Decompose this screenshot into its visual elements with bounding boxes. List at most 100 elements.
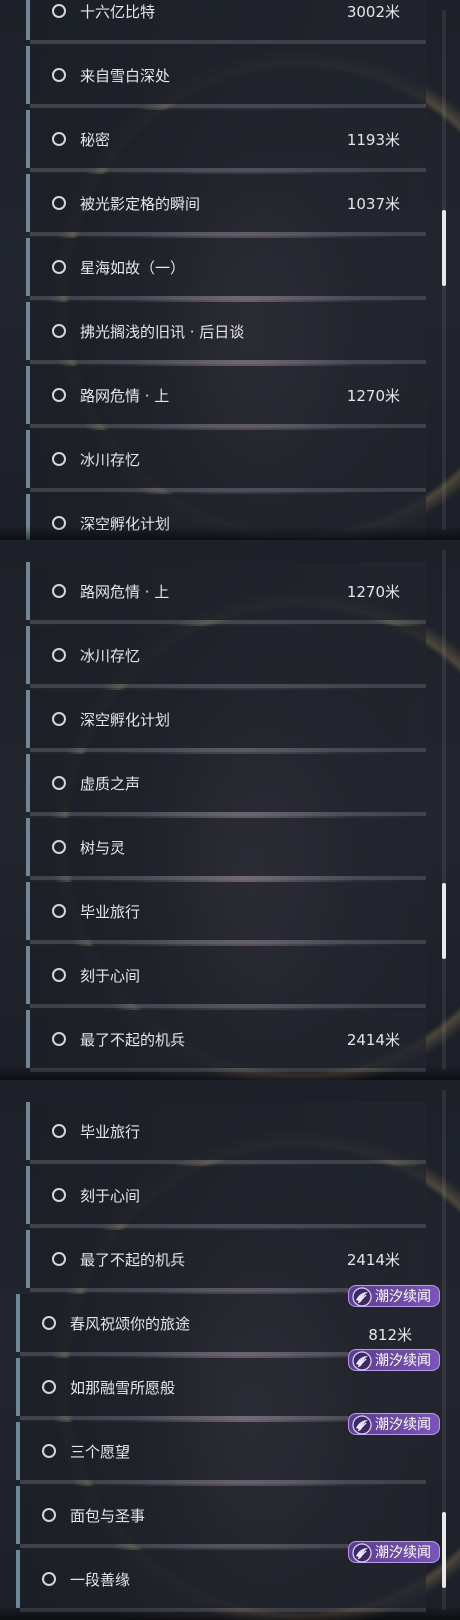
tide-quest-item[interactable]: 三个愿望 潮汐续闻 [16,1413,440,1484]
quest-name: 路网危情 · 上 [80,386,170,405]
tide-tag-label: 潮汐续闻 [375,1417,431,1433]
quest-distance: 3002米 [346,2,400,21]
tide-quest-item[interactable]: 如那融雪所愿般 潮汐续闻 [16,1349,440,1420]
quest-name: 拂光搁浅的旧讯 · 后日谈 [80,322,245,341]
quest-distance: 2414米 [346,1250,400,1269]
quest-status-circle-icon [52,648,66,662]
quest-status-circle-icon [42,1572,56,1586]
quest-status-circle-icon [52,1124,66,1138]
quest-name: 星海如故（一） [80,258,186,277]
quest-name: 树与灵 [80,838,126,857]
quest-name: 来自雪白深处 [80,66,171,85]
quest-item[interactable]: 刻于心间 [26,946,426,1008]
quest-item[interactable]: 被光影定格的瞬间 1037米 [26,174,426,236]
tide-tag-badge: 潮汐续闻 [348,1413,440,1435]
quest-item[interactable]: 冰川存忆 [26,626,426,688]
quest-item[interactable]: 虚质之声 [26,754,426,816]
tide-badge-icon [352,1543,372,1563]
quest-name: 最了不起的机兵 [80,1030,186,1049]
quest-name: 刻于心间 [80,966,141,985]
quest-item[interactable]: 路网危情 · 上 1270米 [26,366,426,428]
quest-distance: 1270米 [346,582,400,601]
quest-item[interactable]: 拂光搁浅的旧讯 · 后日谈 [26,302,426,364]
scrollbar-thumb[interactable] [442,209,446,286]
quest-name: 冰川存忆 [80,450,141,469]
tide-tag-label: 潮汐续闻 [375,1353,431,1369]
quest-item[interactable]: 毕业旅行 [26,882,426,944]
tide-tag-badge: 潮汐续闻 [348,1541,440,1563]
quest-status-circle-icon [42,1316,56,1330]
quest-distance: 1037米 [346,194,400,213]
tide-tag-label: 潮汐续闻 [375,1545,431,1561]
quest-item[interactable]: 十六亿比特 3002米 [26,0,426,44]
quest-item[interactable]: 冰川存忆 [26,430,426,492]
quest-status-circle-icon [52,1032,66,1046]
quest-name: 毕业旅行 [80,902,141,921]
quest-status-circle-icon [52,516,66,530]
quest-distance: 812米 [368,1326,412,1344]
quest-name: 被光影定格的瞬间 [80,194,201,213]
quest-status-circle-icon [42,1508,56,1522]
quest-item[interactable]: 毕业旅行 [26,1102,426,1164]
quest-name: 秘密 [80,130,111,149]
quest-distance: 1193米 [346,130,400,149]
quest-distance: 1270米 [346,386,400,405]
quest-item[interactable]: 来自雪白深处 [26,46,426,108]
quest-name: 最了不起的机兵 [80,1250,186,1269]
quest-name: 路网危情 · 上 [80,582,170,601]
quest-status-circle-icon [42,1380,56,1394]
quest-status-circle-icon [52,584,66,598]
quest-item[interactable]: 星海如故（一） [26,238,426,300]
quest-status-circle-icon [52,132,66,146]
quest-item[interactable]: 深空孵化计划 [26,690,426,752]
quest-status-circle-icon [52,1252,66,1266]
quest-status-circle-icon [52,68,66,82]
quest-status-circle-icon [52,388,66,402]
quest-status-circle-icon [52,260,66,274]
tide-badge-icon [352,1415,372,1435]
tide-quest-item[interactable]: 春风祝颂你的旅途 潮汐续闻 812米 [16,1285,440,1356]
quest-name: 如那融雪所愿般 [70,1378,176,1397]
quest-item[interactable]: 秘密 1193米 [26,110,426,172]
quest-item[interactable]: 深空孵化计划 [26,494,426,540]
tide-quest-item[interactable]: 一段善缘 潮汐续闻 [16,1541,440,1612]
scrollbar-track[interactable] [442,550,446,1070]
quest-list-panel: 路网危情 · 上 1270米冰川存忆深空孵化计划 虚质之声树与灵毕业旅行刻于心间最了… [0,540,460,1080]
quest-name: 刻于心间 [80,1186,141,1205]
quest-item[interactable]: 刻于心间 [26,1166,426,1228]
quest-name: 毕业旅行 [80,1122,141,1141]
quest-name: 三个愿望 [70,1442,131,1461]
scrollbar-thumb[interactable] [442,883,446,959]
tide-tag-label: 潮汐续闻 [375,1289,431,1305]
quest-name: 一段善缘 [70,1570,131,1589]
quest-status-circle-icon [42,1444,56,1458]
quest-item[interactable]: 路网危情 · 上 1270米 [26,562,426,624]
tide-tag-badge: 潮汐续闻 [348,1285,440,1307]
scrollbar-thumb[interactable] [442,1511,446,1588]
tide-tag-badge: 潮汐续闻 [348,1349,440,1371]
quest-list-panel: 十六亿比特 3002米来自雪白深处 秘密 1193米被光影定格的瞬间 1037米星海如故… [0,0,460,540]
quest-status-circle-icon [52,196,66,210]
tide-badge-icon [352,1351,372,1371]
quest-name: 春风祝颂你的旅途 [70,1314,191,1333]
quest-status-circle-icon [52,452,66,466]
quest-status-circle-icon [52,776,66,790]
quest-item[interactable]: 最了不起的机兵 2414米 [26,1230,426,1292]
quest-status-circle-icon [52,840,66,854]
quest-name: 冰川存忆 [80,646,141,665]
quest-status-circle-icon [52,968,66,982]
quest-item[interactable]: 最了不起的机兵 2414米 [26,1010,426,1072]
quest-status-circle-icon [52,1188,66,1202]
quest-status-circle-icon [52,904,66,918]
quest-item[interactable]: 树与灵 [26,818,426,880]
quest-name: 深空孵化计划 [80,514,171,533]
quest-status-circle-icon [52,4,66,18]
quest-name: 十六亿比特 [80,2,156,21]
tide-quest-item[interactable]: 面包与圣事 [16,1486,426,1548]
quest-list-panel: 毕业旅行 刻于心间 最了不起的机兵 2414米 春风祝颂你的旅途 潮汐续闻 812米 如那融雪… [0,1080,460,1620]
quest-distance: 2414米 [346,1030,400,1049]
quest-status-circle-icon [52,712,66,726]
quest-status-circle-icon [52,324,66,338]
quest-name: 深空孵化计划 [80,710,171,729]
quest-name: 虚质之声 [80,774,141,793]
